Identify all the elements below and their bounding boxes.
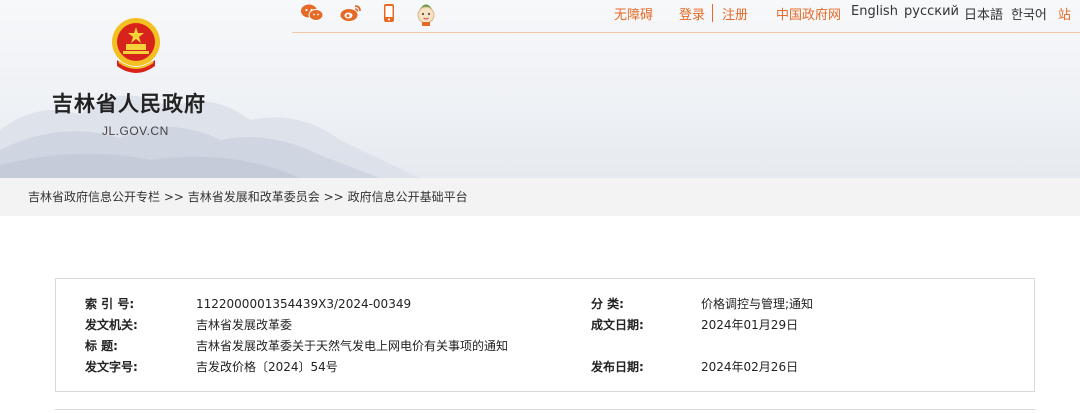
breadcrumb-item-platform[interactable]: 政府信息公开基础平台	[348, 190, 468, 204]
russian-link[interactable]: русский	[904, 4, 959, 24]
created-date-value: 2024年01月29日	[701, 318, 799, 332]
nav-separator	[712, 4, 713, 22]
content-divider	[55, 409, 1035, 410]
published-date-value: 2024年02月26日	[701, 360, 799, 374]
breadcrumb-item-column[interactable]: 吉林省政府信息公开专栏	[28, 190, 160, 204]
site-name[interactable]: 吉林省人民政府	[52, 88, 206, 118]
login-link[interactable]: 登录	[679, 4, 705, 24]
document-info-panel: 索 引 号: 1122000001354439X3/2024-00349 分 类…	[55, 278, 1035, 392]
mobile-icon[interactable]	[383, 0, 395, 26]
mountain-decoration	[0, 95, 420, 178]
index-label: 索 引 号:	[85, 297, 135, 311]
mascot-icon[interactable]	[414, 0, 438, 26]
category-label: 分 类:	[591, 297, 624, 311]
sitemap-link[interactable]: 站群	[1058, 4, 1080, 24]
category-value: 价格调控与管理;通知	[701, 297, 814, 311]
accessibility-link[interactable]: 无障碍	[614, 4, 653, 24]
header-top-line	[292, 32, 1080, 33]
docno-value: 吉发改价格〔2024〕54号	[196, 360, 338, 374]
china-gov-link[interactable]: 中国政府网	[776, 4, 841, 24]
title-label: 标 题:	[85, 339, 118, 353]
national-emblem-icon	[112, 18, 160, 73]
breadcrumb-separator: >>	[163, 190, 184, 204]
site-header: 吉林省人民政府 JL.GOV.CN 无障碍 登录 注册 中国政府网 Englis…	[0, 0, 1080, 178]
english-link[interactable]: English	[851, 4, 898, 24]
docno-label: 发文字号:	[85, 360, 138, 374]
issuer-value: 吉林省发展改革委	[196, 318, 293, 332]
published-date-label: 发布日期:	[591, 360, 644, 374]
title-value: 吉林省发展改革委关于天然气发电上网电价有关事项的通知	[196, 339, 509, 353]
register-link[interactable]: 注册	[722, 4, 748, 24]
issuer-label: 发文机关:	[85, 318, 138, 332]
site-domain: JL.GOV.CN	[102, 124, 169, 138]
wechat-icon[interactable]	[301, 0, 323, 26]
breadcrumb-item-ndrc[interactable]: 吉林省发展和改革委员会	[188, 190, 320, 204]
weibo-icon[interactable]	[340, 0, 362, 26]
breadcrumb: 吉林省政府信息公开专栏 >> 吉林省发展和改革委员会 >> 政府信息公开基础平台	[0, 178, 1080, 216]
created-date-label: 成文日期:	[591, 318, 644, 332]
breadcrumb-separator: >>	[323, 190, 344, 204]
korean-link[interactable]: 한국어	[1011, 4, 1047, 24]
index-value: 1122000001354439X3/2024-00349	[196, 297, 412, 311]
japanese-link[interactable]: 日本語	[964, 4, 1003, 24]
